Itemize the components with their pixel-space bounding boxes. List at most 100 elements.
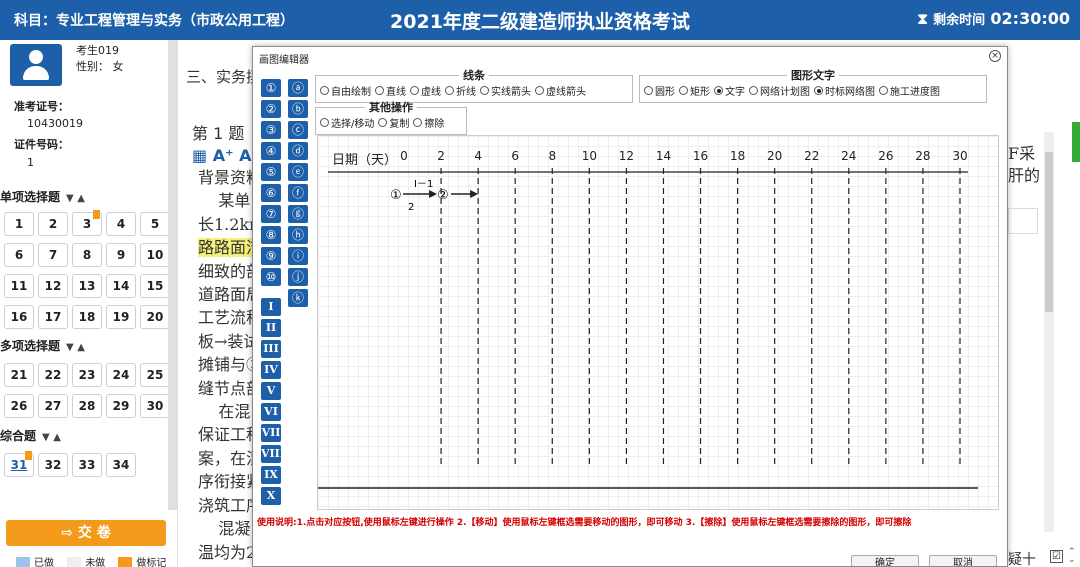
question-button-2[interactable]: 2 xyxy=(38,212,68,236)
circled-button[interactable]: ⑦ xyxy=(261,205,281,223)
text-size-icon[interactable]: ▦ A⁺ A xyxy=(192,146,251,165)
tool-option[interactable]: 矩形 xyxy=(679,83,710,98)
question-button-28[interactable]: 28 xyxy=(72,394,102,418)
question-button-10[interactable]: 10 xyxy=(140,243,170,267)
question-button-9[interactable]: 9 xyxy=(106,243,136,267)
radio-icon[interactable] xyxy=(714,86,723,95)
question-button-26[interactable]: 26 xyxy=(4,394,34,418)
question-button-25[interactable]: 25 xyxy=(140,363,170,387)
tool-option[interactable]: 虚线 xyxy=(410,83,441,98)
checkbox-icon[interactable]: ☑ xyxy=(1050,550,1063,563)
radio-icon[interactable] xyxy=(320,118,329,127)
question-button-3[interactable]: 3 xyxy=(72,210,102,236)
romans-button[interactable]: IX xyxy=(261,466,281,484)
content-scrollbar[interactable] xyxy=(1044,132,1054,532)
close-icon[interactable]: × xyxy=(989,50,1001,62)
radio-icon[interactable] xyxy=(814,86,823,95)
letters-button[interactable]: ⓘ xyxy=(288,247,308,265)
romans-button[interactable]: IV xyxy=(261,361,281,379)
circled-button[interactable]: ⑤ xyxy=(261,163,281,181)
question-button-15[interactable]: 15 xyxy=(140,274,170,298)
romans-button[interactable]: III xyxy=(261,340,281,358)
circled-button[interactable]: ② xyxy=(261,100,281,118)
question-button-33[interactable]: 33 xyxy=(72,453,102,477)
question-button-4[interactable]: 4 xyxy=(106,212,136,236)
section-single-choice[interactable]: 单项选择题 ▼ ▲ xyxy=(0,188,85,205)
cancel-button[interactable]: 取消 xyxy=(929,555,997,566)
tool-option[interactable]: 直线 xyxy=(375,83,406,98)
tool-option[interactable]: 擦除 xyxy=(413,115,444,130)
radio-icon[interactable] xyxy=(535,86,544,95)
romans-button[interactable]: VII xyxy=(261,424,281,442)
circled-button[interactable]: ③ xyxy=(261,121,281,139)
radio-icon[interactable] xyxy=(644,86,653,95)
collapse-arrows-icon[interactable]: ▼ ▲ xyxy=(66,342,85,353)
romans-button[interactable]: VI xyxy=(261,403,281,421)
circled-button[interactable]: ⑨ xyxy=(261,247,281,265)
question-button-1[interactable]: 1 xyxy=(4,212,34,236)
question-button-18[interactable]: 18 xyxy=(72,305,102,329)
radio-icon[interactable] xyxy=(445,86,454,95)
tool-option[interactable]: 圆形 xyxy=(644,83,675,98)
question-button-31[interactable]: 31 xyxy=(4,451,34,477)
question-button-14[interactable]: 14 xyxy=(106,274,136,298)
romans-button[interactable]: V xyxy=(261,382,281,400)
tool-option[interactable]: 施工进度图 xyxy=(879,83,940,98)
question-button-12[interactable]: 12 xyxy=(38,274,68,298)
radio-icon[interactable] xyxy=(480,86,489,95)
letters-button[interactable]: ⓐ xyxy=(288,79,308,97)
tool-option[interactable]: 自由绘制 xyxy=(320,83,371,98)
section-comprehensive[interactable]: 综合题 ▼ ▲ xyxy=(0,427,61,444)
question-button-22[interactable]: 22 xyxy=(38,363,68,387)
circled-button[interactable]: ④ xyxy=(261,142,281,160)
question-button-30[interactable]: 30 xyxy=(140,394,170,418)
answer-box[interactable] xyxy=(1008,208,1038,234)
romans-button[interactable]: X xyxy=(261,487,281,505)
question-button-16[interactable]: 16 xyxy=(4,305,34,329)
question-button-29[interactable]: 29 xyxy=(106,394,136,418)
romans-button[interactable]: I xyxy=(261,298,281,316)
question-button-7[interactable]: 7 xyxy=(38,243,68,267)
radio-icon[interactable] xyxy=(410,86,419,95)
tool-option[interactable]: 文字 xyxy=(714,83,745,98)
letters-button[interactable]: ⓕ xyxy=(288,184,308,202)
circled-button[interactable]: ⑧ xyxy=(261,226,281,244)
letters-button[interactable]: ⓚ xyxy=(288,289,308,307)
tool-option[interactable]: 实线箭头 xyxy=(480,83,531,98)
letters-button[interactable]: ⓒ xyxy=(288,121,308,139)
calculator-icon[interactable]: ▦ xyxy=(192,146,207,165)
radio-icon[interactable] xyxy=(375,86,384,95)
letters-button[interactable]: ⓔ xyxy=(288,163,308,181)
radio-icon[interactable] xyxy=(679,86,688,95)
question-button-17[interactable]: 17 xyxy=(38,305,68,329)
section-multi-choice[interactable]: 多项选择题 ▼ ▲ xyxy=(0,337,85,354)
question-button-23[interactable]: 23 xyxy=(72,363,102,387)
collapse-arrows-icon[interactable]: ▼ ▲ xyxy=(66,193,85,204)
tool-option[interactable]: 时标网络图 xyxy=(814,83,875,98)
tool-option[interactable]: 虚线箭头 xyxy=(535,83,586,98)
question-button-20[interactable]: 20 xyxy=(140,305,170,329)
tool-option[interactable]: 网络计划图 xyxy=(749,83,810,98)
drawing-canvas[interactable]: 日期（天） 0 2 4 6 8 10 12 14 16 18 20 22 24 26 28 30 ① ② I－1 2 xyxy=(317,135,999,510)
radio-icon[interactable] xyxy=(320,86,329,95)
letters-button[interactable]: ⓑ xyxy=(288,100,308,118)
letters-button[interactable]: ⓗ xyxy=(288,226,308,244)
romans-button[interactable]: II xyxy=(261,319,281,337)
tool-option[interactable]: 复制 xyxy=(378,115,409,130)
question-button-19[interactable]: 19 xyxy=(106,305,136,329)
question-button-8[interactable]: 8 xyxy=(72,243,102,267)
radio-icon[interactable] xyxy=(413,118,423,127)
scroll-chevrons-icon[interactable]: ⌃ ⌄ xyxy=(1068,548,1076,565)
collapse-arrows-icon[interactable]: ▼ ▲ xyxy=(42,432,61,443)
question-button-27[interactable]: 27 xyxy=(38,394,68,418)
question-button-11[interactable]: 11 xyxy=(4,274,34,298)
question-button-13[interactable]: 13 xyxy=(72,274,102,298)
romans-button[interactable]: VIII xyxy=(261,445,285,463)
tool-option[interactable]: 折线 xyxy=(445,83,476,98)
circled-button[interactable]: ① xyxy=(261,79,281,97)
letters-button[interactable]: ⓓ xyxy=(288,142,308,160)
submit-button[interactable]: ⇨ 交 卷 xyxy=(6,520,166,546)
letters-button[interactable]: ⓙ xyxy=(288,268,308,286)
question-button-5[interactable]: 5 xyxy=(140,212,170,236)
question-button-24[interactable]: 24 xyxy=(106,363,136,387)
